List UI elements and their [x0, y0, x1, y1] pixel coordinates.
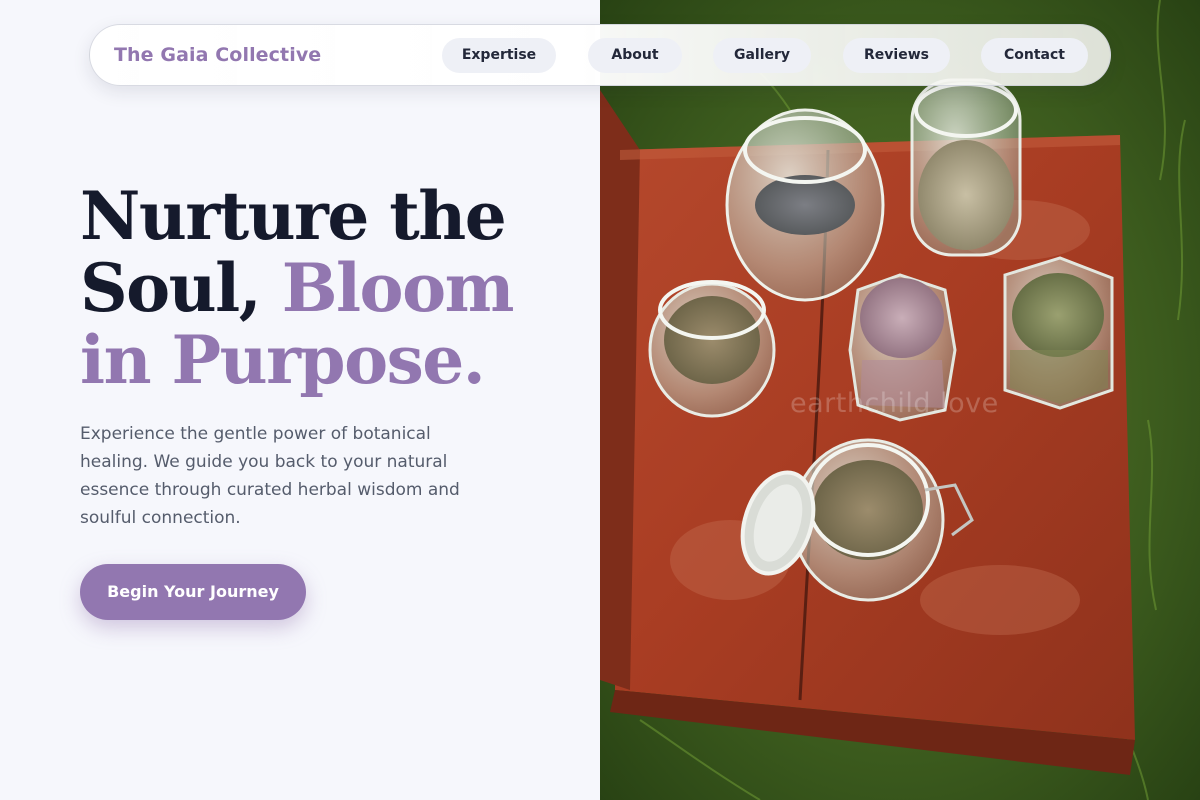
begin-journey-button[interactable]: Begin Your Journey — [80, 564, 306, 620]
nav-link-gallery[interactable]: Gallery — [713, 38, 811, 73]
nav-link-reviews[interactable]: Reviews — [843, 38, 950, 73]
top-navigation: The Gaia Collective Expertise About Gall… — [89, 24, 1111, 86]
nav-link-contact[interactable]: Contact — [981, 38, 1088, 73]
hero-headline: Nurture the Soul, Bloom in Purpose. — [80, 180, 600, 396]
image-watermark: earthchild.love — [790, 388, 999, 419]
hero-image: earthchild.love — [600, 0, 1200, 800]
brand-logo[interactable]: The Gaia Collective — [114, 44, 321, 66]
nav-link-expertise[interactable]: Expertise — [442, 38, 556, 73]
hero-description: Experience the gentle power of botanical… — [80, 424, 460, 528]
nav-link-about[interactable]: About — [588, 38, 682, 73]
